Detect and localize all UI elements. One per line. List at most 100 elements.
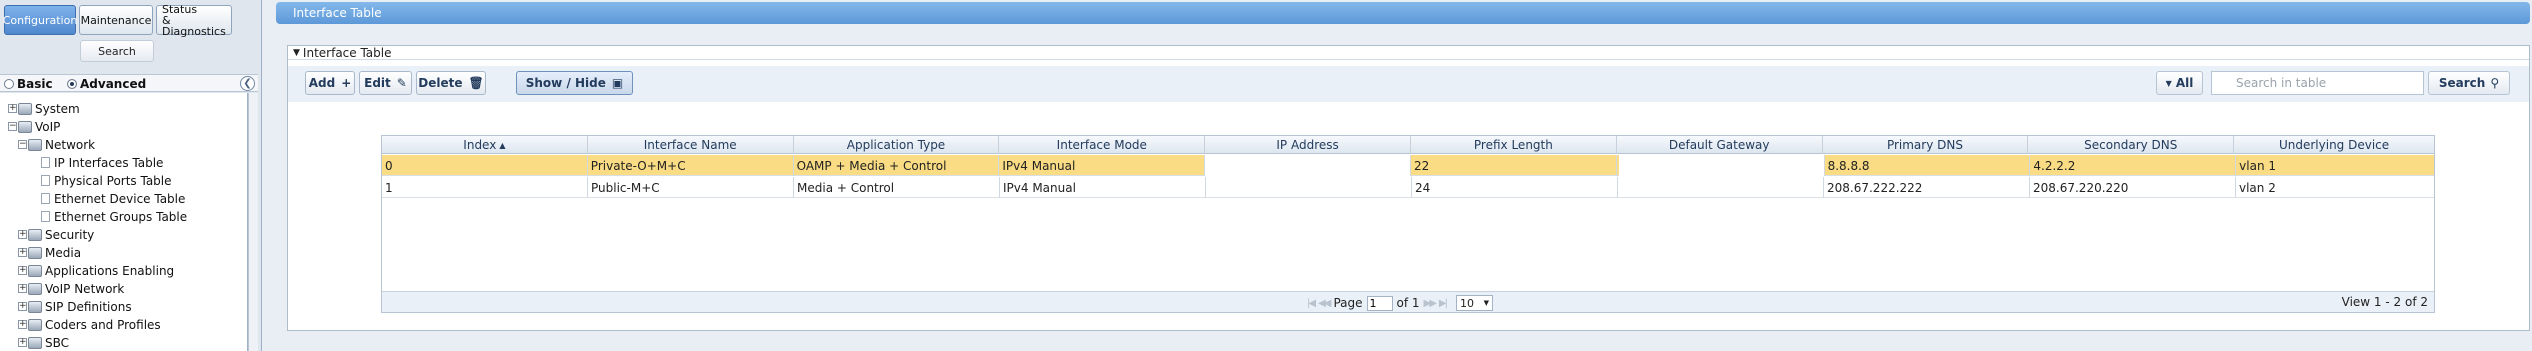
- interface-table-panel: ▼ Interface Table Add + Edit ✎ Delete 🗑 …: [287, 45, 2530, 331]
- folder-icon: [28, 246, 42, 259]
- expand-icon[interactable]: +: [18, 302, 27, 311]
- advanced-radio-icon[interactable]: [67, 79, 77, 89]
- cell-interface-mode: IPv4 Manual: [1000, 177, 1206, 198]
- page-icon: [41, 175, 50, 186]
- maintenance-tab[interactable]: Maintenance: [79, 5, 153, 35]
- add-button[interactable]: Add +: [305, 71, 355, 95]
- page-number-input[interactable]: [1366, 295, 1393, 311]
- cell-prefix-length: 22: [1411, 155, 1617, 176]
- delete-label: Delete: [418, 76, 463, 90]
- cell-default-gateway: [1618, 177, 1824, 198]
- all-label: All: [2175, 76, 2194, 90]
- expand-icon[interactable]: +: [18, 338, 27, 347]
- folder-icon: [28, 228, 42, 241]
- column-header-underlying-device[interactable]: Underlying Device: [2234, 136, 2434, 154]
- expand-icon[interactable]: +: [18, 230, 27, 239]
- tree-label: System: [35, 101, 80, 116]
- previous-page-icon[interactable]: ◀◀: [1318, 298, 1331, 309]
- tree-label: VoIP Network: [45, 281, 125, 296]
- next-page-icon[interactable]: ▶▶: [1424, 298, 1437, 309]
- pager: |◀ ◀◀ Page of 1 ▶▶ ▶| 10 ▼: [1307, 295, 1493, 311]
- caret-down-icon[interactable]: ▼: [293, 48, 300, 58]
- page-title: Interface Table: [293, 6, 382, 20]
- column-header-application-type[interactable]: Application Type: [794, 136, 1000, 154]
- column-header-interface-name[interactable]: Interface Name: [588, 136, 794, 154]
- sort-asc-icon: ▲: [499, 140, 506, 150]
- folder-icon: [28, 138, 42, 151]
- collapse-icon[interactable]: −: [18, 140, 27, 149]
- column-header-ip-address[interactable]: IP Address: [1205, 136, 1411, 154]
- tree-item-voip-network[interactable]: + VoIP Network: [18, 280, 124, 297]
- tree-item-physical-ports-table[interactable]: Physical Ports Table: [41, 172, 172, 189]
- folder-icon: [18, 120, 32, 133]
- status-diagnostics-tab[interactable]: Status & Diagnostics: [156, 4, 232, 37]
- page-count-label: of 1: [1396, 296, 1420, 310]
- column-header-primary-dns[interactable]: Primary DNS: [1823, 136, 2029, 154]
- tree-label: IP Interfaces Table: [54, 155, 164, 170]
- cell-underlying-device: vlan 2: [2239, 180, 2276, 195]
- tree-item-sip-definitions[interactable]: + SIP Definitions: [18, 298, 132, 315]
- column-header-interface-mode[interactable]: Interface Mode: [999, 136, 1206, 154]
- rows-per-page-select[interactable]: 10 ▼: [1455, 295, 1493, 311]
- collapse-icon[interactable]: −: [8, 122, 17, 131]
- last-page-icon[interactable]: ▶|: [1439, 298, 1448, 309]
- advanced-view-option[interactable]: Advanced: [67, 77, 146, 91]
- plus-icon: +: [341, 76, 352, 90]
- cell-primary-dns: 208.67.222.222: [1824, 177, 2030, 198]
- collapse-panel-icon[interactable]: ❮: [240, 76, 255, 91]
- tree-item-ethernet-groups-table[interactable]: Ethernet Groups Table: [41, 208, 187, 225]
- show-hide-button[interactable]: Show / Hide ▣: [516, 71, 633, 95]
- configuration-tab[interactable]: Configuration: [3, 5, 77, 35]
- edit-button[interactable]: Edit ✎: [359, 71, 412, 95]
- expand-icon[interactable]: +: [18, 320, 27, 329]
- cell-application-type: Media + Control: [794, 177, 1000, 198]
- view-range-info: View 1 - 2 of 2: [2341, 295, 2428, 309]
- tree-item-media[interactable]: + Media: [18, 244, 81, 261]
- folder-icon: [28, 282, 42, 295]
- folder-icon: [18, 102, 32, 115]
- navigation-tree: + System − VoIP − Network IP Interfaces Tab…: [0, 93, 248, 351]
- column-header-index[interactable]: Index ▲: [382, 136, 588, 154]
- expand-icon[interactable]: +: [18, 266, 27, 275]
- page-label: Page: [1333, 296, 1363, 310]
- tree-label: Media: [45, 245, 82, 260]
- table-row[interactable]: 1 Public-M+C Media + Control IPv4 Manual…: [382, 177, 2434, 198]
- tree-item-network[interactable]: − Network: [18, 136, 95, 153]
- tree-item-ip-interfaces-table[interactable]: IP Interfaces Table: [41, 154, 163, 171]
- table-row[interactable]: 0 Private-O+M+C OAMP + Media + Control I…: [382, 155, 2434, 176]
- panel-title-bar[interactable]: ▼ Interface Table: [288, 46, 2529, 60]
- expand-icon[interactable]: +: [18, 248, 27, 257]
- delete-button[interactable]: Delete 🗑: [416, 71, 486, 95]
- tree-label: Security: [45, 227, 95, 242]
- tree-item-sbc[interactable]: + SBC: [18, 334, 69, 351]
- tree-item-voip[interactable]: − VoIP: [8, 118, 60, 135]
- filter-all-dropdown[interactable]: ▼ All: [2156, 71, 2203, 95]
- basic-radio-icon[interactable]: [4, 79, 14, 89]
- cell-secondary-dns: 4.2.2.2: [2030, 155, 2237, 176]
- page-icon: [41, 211, 50, 222]
- column-header-secondary-dns[interactable]: Secondary DNS: [2028, 136, 2235, 154]
- pencil-icon: ✎: [396, 76, 407, 90]
- cell-ip-address: [1206, 177, 1412, 198]
- cell-ip-address: [1205, 155, 1411, 176]
- tree-scrollbar[interactable]: [248, 93, 258, 351]
- tree-item-ethernet-device-table[interactable]: Ethernet Device Table: [41, 190, 185, 207]
- tree-item-security[interactable]: + Security: [18, 226, 94, 243]
- tree-item-coders-and-profiles[interactable]: + Coders and Profiles: [18, 316, 161, 333]
- column-header-default-gateway[interactable]: Default Gateway: [1617, 136, 1823, 154]
- page-header: Interface Table: [276, 2, 2530, 24]
- tree-item-system[interactable]: + System: [8, 100, 80, 117]
- folder-icon: [28, 318, 42, 331]
- cell-index: 1: [382, 177, 588, 198]
- basic-view-option[interactable]: Basic: [4, 77, 53, 91]
- navigation-search-button[interactable]: Search: [80, 40, 154, 62]
- rows-per-page-value: 10: [1459, 296, 1474, 310]
- first-page-icon[interactable]: |◀: [1307, 298, 1316, 309]
- column-header-prefix-length[interactable]: Prefix Length: [1411, 136, 1617, 154]
- table-search-button[interactable]: Search ⚲: [2428, 71, 2510, 95]
- expand-icon[interactable]: +: [8, 104, 17, 113]
- expand-icon[interactable]: +: [18, 284, 27, 293]
- table-search-input[interactable]: [2211, 71, 2424, 95]
- cell-index: 0: [382, 155, 588, 176]
- tree-item-applications-enabling[interactable]: + Applications Enabling: [18, 262, 174, 279]
